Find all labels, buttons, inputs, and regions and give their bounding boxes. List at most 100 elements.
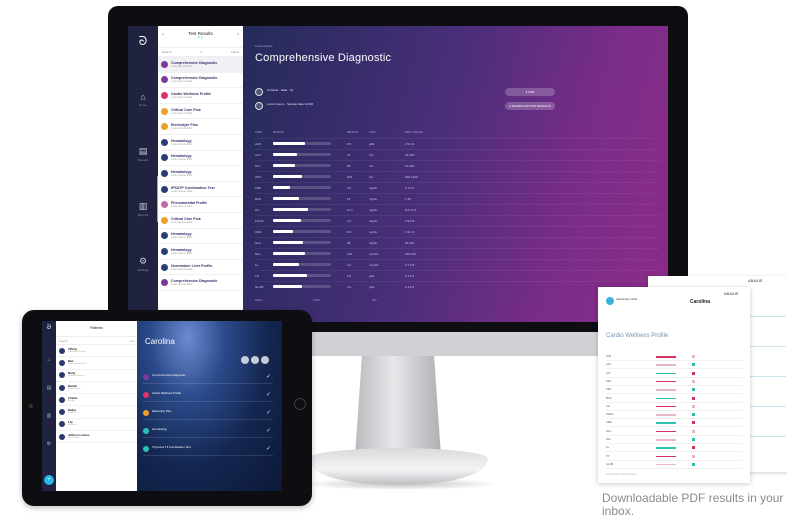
filter-chevron-icon[interactable]: ∨	[200, 50, 202, 54]
table-row[interactable]: ALP 41 U/L 20-150	[255, 149, 660, 159]
sort-label[interactable]: A-Z	[129, 339, 134, 343]
check-icon: ✓	[265, 410, 271, 416]
list-item-text: Jefferson Jones Dachshund	[68, 433, 89, 440]
rail-settings-item[interactable]: ⚙ Settings	[128, 256, 158, 272]
col-test: TEST	[255, 130, 263, 134]
result-row[interactable]: Cardio Wellness Profile ✓	[143, 389, 273, 402]
list-item[interactable]: Phenobarbital Profile Lorem ipsum dolor	[158, 197, 243, 213]
list-item[interactable]: Molly Golden Retriever	[56, 370, 137, 382]
add-button[interactable]: +	[44, 475, 54, 485]
test-ref-range: 0.1-0.6	[405, 186, 415, 190]
result-name: Hematology	[152, 427, 167, 431]
search-input[interactable]: Search	[59, 339, 68, 343]
status-square	[692, 429, 695, 433]
list-item[interactable]: Bailey Poodle	[56, 406, 137, 419]
list-item-sub: Lorem ipsum dolor	[171, 220, 193, 224]
list-item[interactable]: IPSATP Combination Test Lorem ipsum dolor	[158, 182, 243, 198]
list-item[interactable]: Electrolyte Plus Lorem ipsum dolor	[158, 119, 243, 135]
result-row[interactable]: Comprehensive Diagnostic ✓	[143, 371, 273, 384]
list-item[interactable]: Hematology Lorem ipsum dolor	[158, 166, 243, 182]
list-item[interactable]: Max Domestic Shorthair	[56, 357, 137, 370]
test-status-icon	[161, 247, 168, 255]
list-item[interactable]: Nonemaker Liver Profile Lorem ipsum dolor	[158, 260, 243, 276]
result-row[interactable]: Hematology ✓	[143, 425, 273, 438]
table-row: AMY	[606, 378, 742, 386]
patient-name: Carolina	[145, 337, 175, 346]
list-item[interactable]: Jefferson Jones Dachshund	[56, 431, 137, 444]
list-item[interactable]: Lily Siamese	[56, 419, 137, 432]
result-name: Thyroxine T4 Combination Test	[152, 445, 191, 449]
table-row[interactable]: NA+ 146 mmol/L 138-160	[255, 248, 660, 258]
pdf-report-title: Cardio Wellness Profile	[606, 333, 669, 339]
list-item[interactable]: Comprehensive Diagnostic Lorem ipsum dolo…	[158, 57, 243, 73]
table-row[interactable]: GLU 98 mg/dL 60-110	[255, 237, 660, 247]
table-row[interactable]: TBIL 0.2 mg/dL 0.1-0.6	[255, 182, 660, 192]
test-result: 6.9	[347, 274, 352, 278]
pdf-button[interactable]: ● PDF	[505, 88, 555, 96]
action-button[interactable]	[251, 356, 259, 364]
table-row[interactable]: AMY 633 U/L 200-1200	[255, 171, 660, 181]
range-bar-fill	[273, 241, 304, 244]
list-item[interactable]: Bandit Mixed Breed	[56, 382, 137, 395]
test-code: PHOS	[255, 219, 264, 223]
download-pdf-button[interactable]: ● DOWNLOAD PDF RESULTS	[505, 102, 555, 110]
list-item-text: Charlie Beagle	[68, 396, 77, 403]
list-item-sub: Lorem ipsum dolor	[171, 267, 193, 271]
table-row[interactable]: CA 10.1 mg/dL 8.6-11.8	[255, 204, 660, 214]
rail-reports-item[interactable]: ▥ Reports	[128, 201, 158, 217]
sample-info-text: Lorem ipsum · Sample date 1/2/16	[267, 102, 314, 106]
list-item[interactable]: Hematology Lorem ipsum dolor	[158, 151, 243, 167]
table-row[interactable]: TP 6.9 g/dL 5.4-8.2	[255, 270, 660, 280]
status-square	[692, 446, 695, 450]
result-row[interactable]: Electrolyte Plus ✓	[143, 407, 273, 420]
search-input[interactable]: Search	[162, 50, 172, 54]
test-result: 0.2	[347, 186, 352, 190]
list-item-text: Nonemaker Liver Profile Lorem ipsum dolor	[171, 264, 212, 271]
list-item[interactable]: Hematology Lorem ipsum dolor	[158, 229, 243, 245]
list-item[interactable]: Cardio Wellness Profile Lorem ipsum dolor	[158, 88, 243, 104]
list-item[interactable]: Hematology Lorem ipsum dolor	[158, 135, 243, 151]
test-ref-range: 138-160	[405, 252, 417, 256]
reports-icon[interactable]: ▥	[42, 413, 56, 419]
action-button[interactable]	[241, 356, 249, 364]
table-row[interactable]: CRE 0.9 mg/dL 0.3-1.4	[255, 226, 660, 236]
table-row[interactable]: K+ 4.4 mmol/L 3.7-5.8	[255, 259, 660, 269]
list-item[interactable]: Critical Care Plus Lorem ipsum dolor	[158, 104, 243, 120]
list-item[interactable]: Tiffany Labrador Retriever	[56, 345, 137, 358]
home-icon[interactable]: ⌂	[42, 357, 56, 363]
list-item[interactable]: Charlie Beagle	[56, 394, 137, 407]
status-square	[692, 388, 695, 392]
results-search-bar[interactable]: Search ∨ Latest	[158, 48, 243, 57]
table-row[interactable]: PHOS 4.3 mg/dL 2.9-6.6	[255, 215, 660, 225]
range-bar	[273, 263, 331, 266]
list-item[interactable]: Comprehensive Diagnostic Lorem ipsum dolo…	[158, 275, 243, 291]
rail-home-item[interactable]: ⌂ Home	[128, 92, 158, 107]
table-row[interactable]: BUN 15 mg/dL 7-25	[255, 193, 660, 203]
test-status-icon	[161, 76, 168, 84]
status-square	[692, 363, 695, 367]
action-button[interactable]	[261, 356, 269, 364]
results-icon[interactable]: ▤	[42, 385, 56, 391]
patient-avatar	[59, 359, 65, 366]
result-name: Electrolyte Plus	[152, 409, 172, 413]
gear-icon[interactable]: ⚙	[42, 441, 56, 447]
ipad-home-button[interactable]	[294, 398, 306, 410]
list-item[interactable]: Hematology Lorem ipsum dolor	[158, 244, 243, 260]
sort-label[interactable]: Latest	[231, 50, 239, 54]
table-row: ALP	[606, 361, 742, 370]
test-code: CRE	[255, 230, 262, 234]
patient-avatar	[59, 409, 65, 416]
table-row[interactable]: ALT 58 U/L 10-118	[255, 160, 660, 170]
test-code: TP	[255, 274, 259, 278]
list-item-text: Molly Golden Retriever	[68, 372, 85, 378]
table-row: NA+	[606, 436, 742, 444]
patients-search-bar[interactable]: Search A-Z	[56, 337, 137, 345]
table-row[interactable]: ALB 3.5 g/dL 2.5-3.9	[255, 138, 660, 148]
list-item[interactable]: Critical Care Plus Lorem ipsum dolor	[158, 213, 243, 229]
chevron-right-icon[interactable]: ›	[237, 32, 239, 38]
chevron-left-icon[interactable]: ‹	[162, 32, 164, 38]
result-row[interactable]: Thyroxine T4 Combination Test ✓	[143, 443, 273, 456]
rail-results-item[interactable]: ▤ Results	[128, 146, 158, 162]
list-item[interactable]: Comprehensive Diagnostic Lorem ipsum dolo…	[158, 73, 243, 89]
patient-avatar	[59, 347, 65, 354]
